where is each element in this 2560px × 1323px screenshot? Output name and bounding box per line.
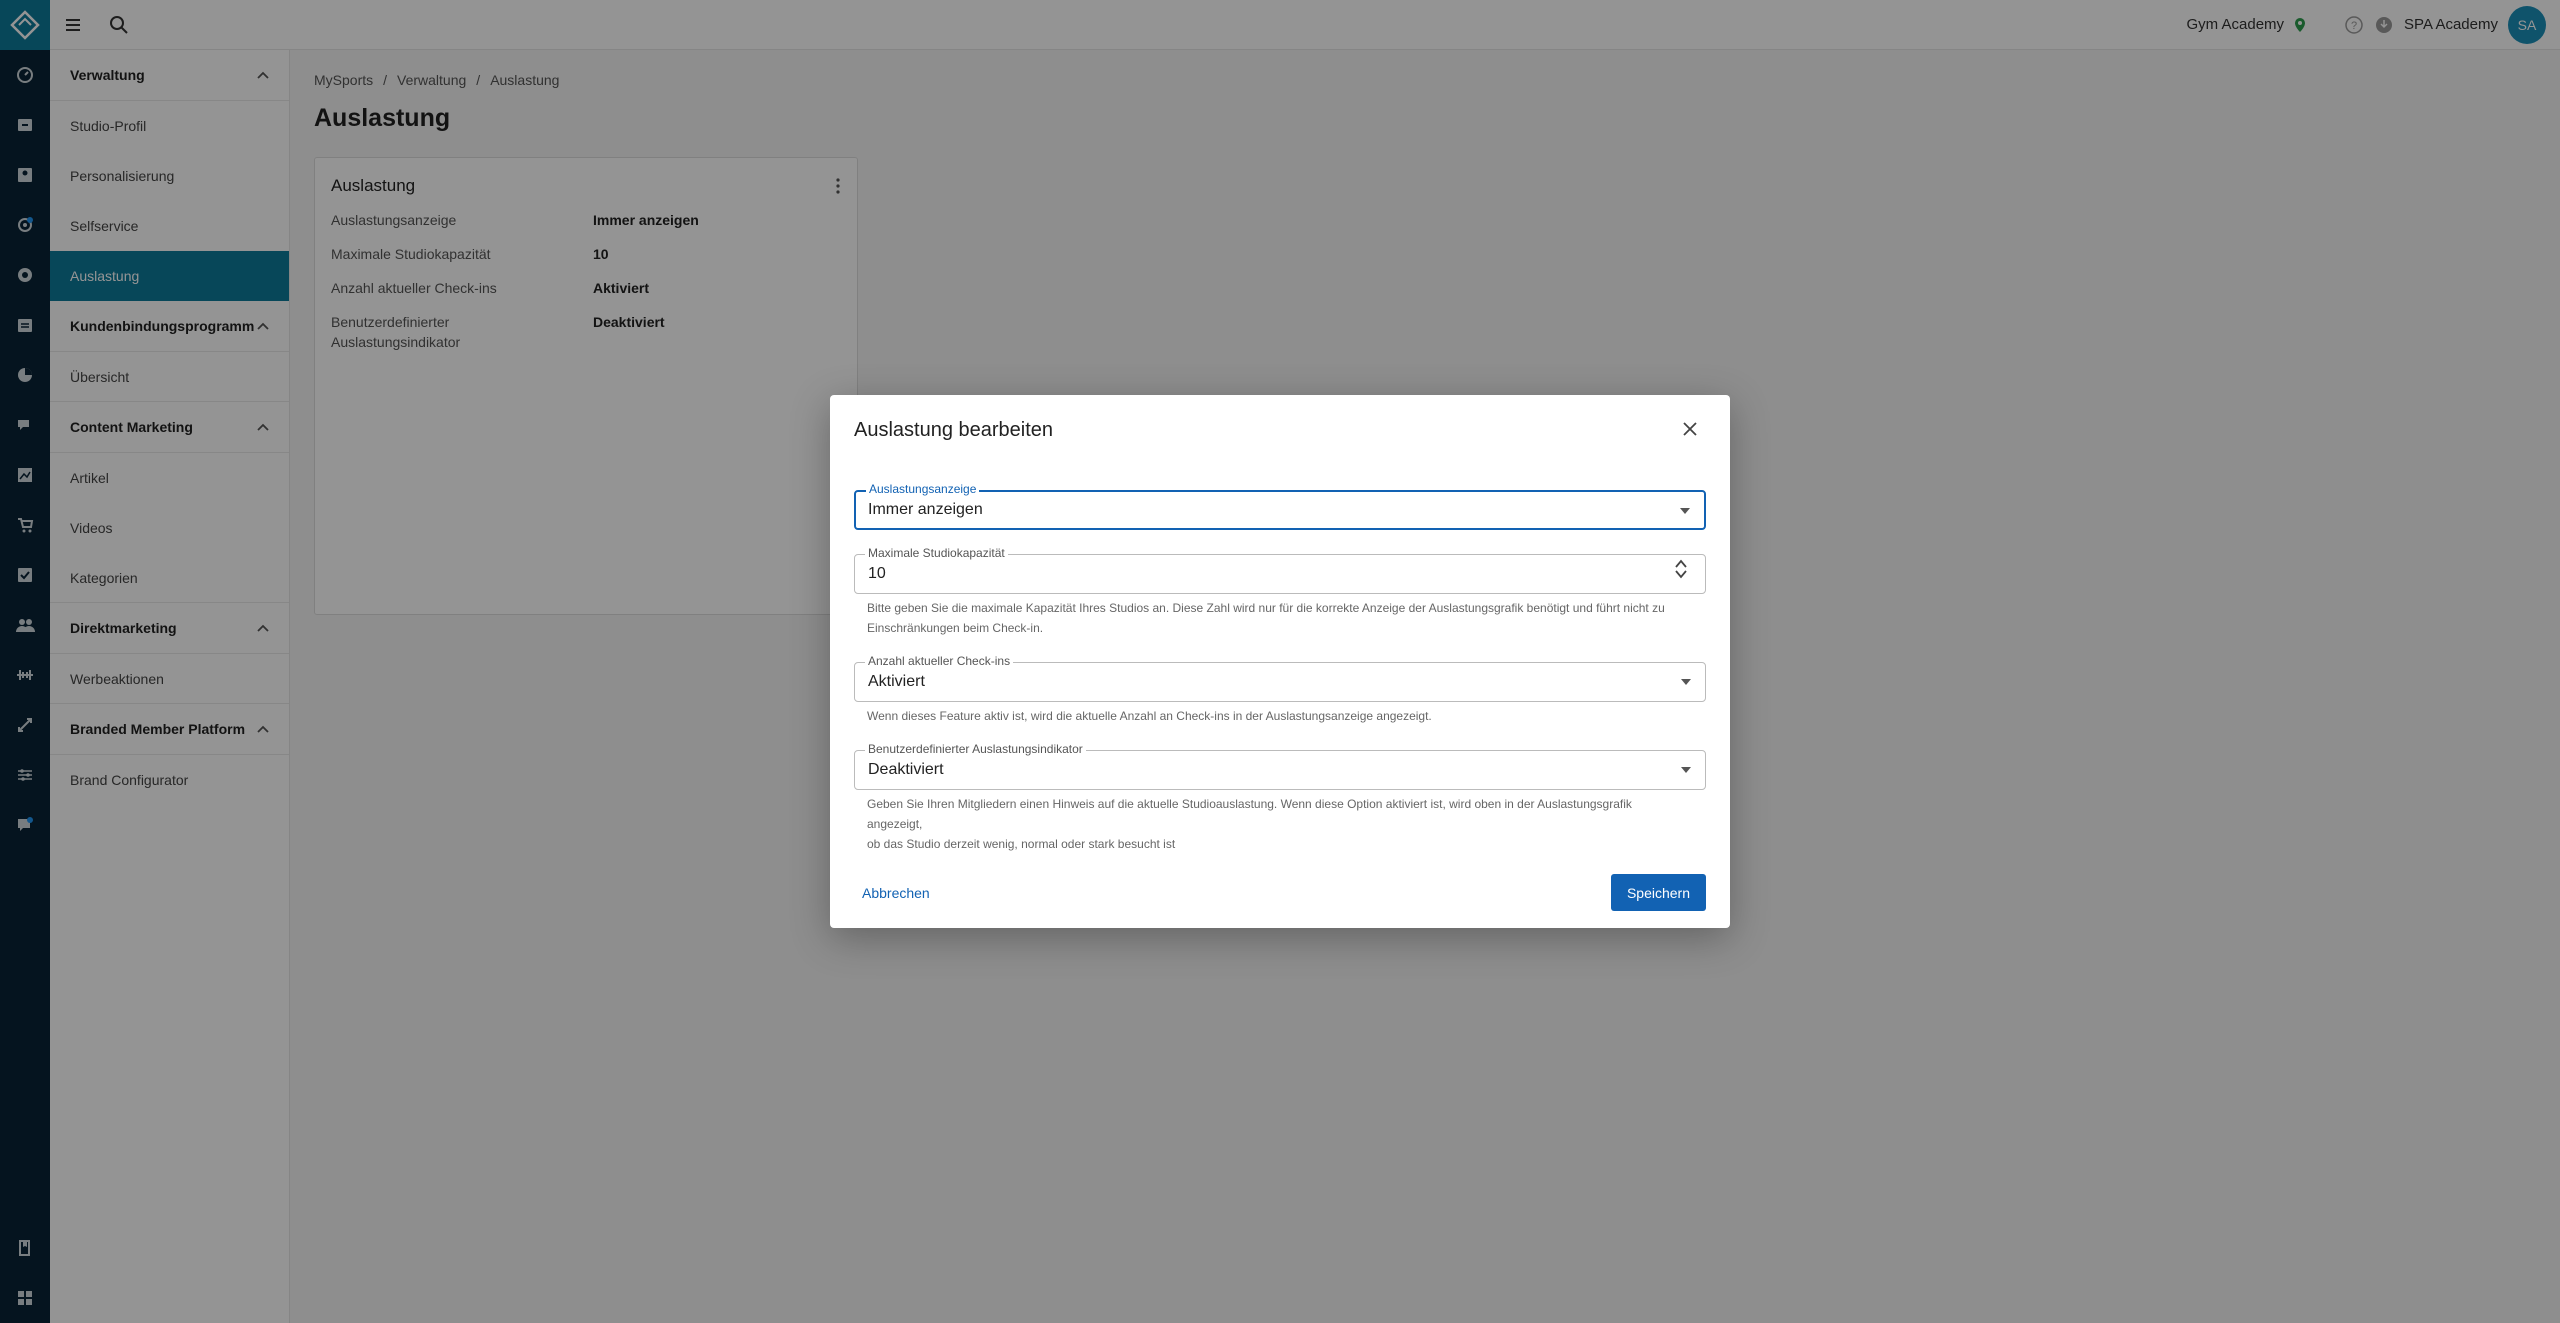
- help-line: Bitte geben Sie die maximale Kapazität I…: [867, 601, 1665, 615]
- field-label: Auslastungsanzeige: [866, 482, 980, 496]
- display-select[interactable]: Auslastungsanzeige Immer anzeigen: [854, 482, 1706, 530]
- field-label: Maximale Studiokapazität: [865, 546, 1008, 560]
- dropdown-arrow-icon: [1681, 679, 1691, 685]
- field-value: Immer anzeigen: [868, 501, 983, 518]
- chevron-down-icon[interactable]: [1675, 570, 1687, 579]
- help-line: Einschränkungen beim Check-in.: [867, 621, 1044, 635]
- checkins-help-text: Wenn dieses Feature aktiv ist, wird die …: [867, 709, 1432, 723]
- checkins-select[interactable]: Anzahl aktueller Check-ins Aktiviert: [854, 654, 1706, 702]
- close-icon[interactable]: [1678, 417, 1702, 441]
- help-line: Geben Sie Ihren Mitgliedern einen Hinwei…: [867, 797, 1632, 831]
- dropdown-arrow-icon: [1680, 508, 1690, 514]
- capacity-help-text: Bitte geben Sie die maximale Kapazität I…: [867, 598, 1687, 638]
- field-label: Anzahl aktueller Check-ins: [865, 654, 1014, 668]
- dialog-title: Auslastung bearbeiten: [854, 419, 1054, 441]
- field-value: Deaktiviert: [868, 761, 944, 778]
- cancel-button[interactable]: Abbrechen: [862, 885, 930, 901]
- save-button[interactable]: Speichern: [1611, 874, 1706, 911]
- dropdown-arrow-icon: [1681, 767, 1691, 773]
- field-label: Benutzerdefinierter Auslastungsindikator: [865, 742, 1086, 756]
- edit-dialog: Auslastung bearbeiten Auslastungsanzeige…: [830, 395, 1730, 928]
- capacity-input[interactable]: Maximale Studiokapazität 10: [854, 546, 1706, 594]
- field-value: 10: [868, 565, 886, 582]
- field-value: Aktiviert: [868, 673, 925, 690]
- chevron-up-icon[interactable]: [1675, 559, 1687, 568]
- quantity-stepper[interactable]: [1675, 559, 1687, 579]
- indicator-help-text: Geben Sie Ihren Mitgliedern einen Hinwei…: [867, 794, 1687, 854]
- indicator-select[interactable]: Benutzerdefinierter Auslastungsindikator…: [854, 742, 1706, 790]
- help-line: ob das Studio derzeit wenig, normal oder…: [867, 837, 1176, 851]
